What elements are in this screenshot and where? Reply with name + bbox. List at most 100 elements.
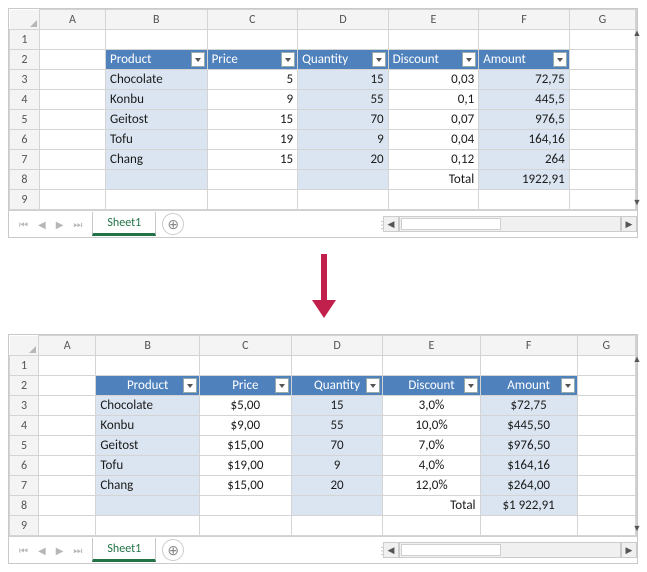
cell[interactable]: 0,12: [388, 150, 479, 170]
cell[interactable]: 9: [298, 130, 389, 150]
col-header[interactable]: G: [577, 336, 635, 356]
table-row[interactable]: 8 Total $1 922,91: [10, 496, 636, 516]
row-header[interactable]: 1: [10, 30, 40, 50]
row-header[interactable]: 7: [10, 150, 40, 170]
table-row[interactable]: 4 Konbu $9,00 55 10,0% $445,50: [10, 416, 636, 436]
vertical-scrollbar[interactable]: ▲ ▼: [636, 9, 637, 210]
cell[interactable]: 976,5: [479, 110, 570, 130]
col-header[interactable]: E: [388, 10, 479, 30]
filter-dropdown-icon[interactable]: [183, 378, 197, 393]
cell[interactable]: Tofu: [106, 130, 208, 150]
total-label[interactable]: Total: [388, 170, 479, 190]
cell[interactable]: 10,0%: [383, 416, 480, 436]
cell[interactable]: Geitost: [106, 110, 208, 130]
col-header[interactable]: E: [383, 336, 480, 356]
row-header[interactable]: 6: [10, 456, 39, 476]
table-header-quantity[interactable]: Quantity: [298, 50, 389, 70]
col-header-row[interactable]: A B C D E F G: [10, 336, 636, 356]
table-header-product[interactable]: Product: [106, 50, 208, 70]
horizontal-scrollbar[interactable]: ⋮ ◀ ▶: [377, 216, 637, 233]
table-row[interactable]: 6 Tofu 19 9 0,04 164,16: [10, 130, 636, 150]
cell[interactable]: 264: [479, 150, 570, 170]
col-header-row[interactable]: A B C D E F G: [10, 10, 636, 30]
filter-dropdown-icon[interactable]: [561, 378, 575, 393]
scroll-right-icon[interactable]: ▶: [621, 542, 637, 558]
col-header[interactable]: A: [39, 10, 105, 30]
row-header[interactable]: 5: [10, 436, 39, 456]
table-header-product[interactable]: Product: [96, 376, 200, 396]
cell[interactable]: Konbu: [96, 416, 200, 436]
cell[interactable]: 445,5: [479, 90, 570, 110]
cell[interactable]: 5: [207, 70, 298, 90]
total-label[interactable]: Total: [383, 496, 480, 516]
cell[interactable]: 15: [207, 110, 298, 130]
col-header[interactable]: F: [480, 336, 577, 356]
select-all-corner[interactable]: [10, 10, 40, 30]
cell[interactable]: 3,0%: [383, 396, 480, 416]
row-header[interactable]: 1: [10, 356, 39, 376]
cell[interactable]: 12,0%: [383, 476, 480, 496]
cell[interactable]: 9: [207, 90, 298, 110]
sheet-nav-buttons[interactable]: ⏮ ◀ ▶ ⏭: [9, 544, 92, 557]
cell[interactable]: $976,50: [480, 436, 577, 456]
table-header-price[interactable]: Price: [199, 376, 291, 396]
grid-bottom[interactable]: A B C D E F G 1 2 Product Price: [9, 335, 636, 536]
cell[interactable]: [207, 170, 298, 190]
nav-prev-icon[interactable]: ◀: [38, 218, 46, 231]
nav-last-icon[interactable]: ⏭: [73, 544, 82, 557]
row-header[interactable]: 3: [10, 70, 40, 90]
add-sheet-button[interactable]: ⊕: [162, 213, 184, 235]
cell[interactable]: 0,07: [388, 110, 479, 130]
table-header-price[interactable]: Price: [207, 50, 298, 70]
cell[interactable]: Chang: [96, 476, 200, 496]
col-header[interactable]: G: [569, 10, 635, 30]
add-sheet-button[interactable]: ⊕: [162, 539, 184, 561]
cell[interactable]: 15: [291, 396, 383, 416]
table-row[interactable]: 1: [10, 30, 636, 50]
cell[interactable]: Geitost: [96, 436, 200, 456]
cell[interactable]: [106, 170, 208, 190]
cell[interactable]: Chang: [106, 150, 208, 170]
row-header[interactable]: 4: [10, 416, 39, 436]
col-header[interactable]: B: [96, 336, 200, 356]
col-header[interactable]: F: [479, 10, 570, 30]
col-header[interactable]: D: [298, 10, 389, 30]
cell[interactable]: 55: [291, 416, 383, 436]
row-header[interactable]: 9: [10, 516, 39, 536]
grid-top[interactable]: A B C D E F G 1 2 Product Price: [9, 9, 636, 210]
cell[interactable]: Tofu: [96, 456, 200, 476]
table-header-quantity[interactable]: Quantity: [291, 376, 383, 396]
cell[interactable]: 70: [298, 110, 389, 130]
cell[interactable]: 0,04: [388, 130, 479, 150]
col-header[interactable]: B: [106, 10, 208, 30]
table-row[interactable]: 7 Chang 15 20 0,12 264: [10, 150, 636, 170]
cell[interactable]: $5,00: [199, 396, 291, 416]
nav-last-icon[interactable]: ⏭: [73, 218, 82, 231]
row-header[interactable]: 2: [10, 376, 39, 396]
cell[interactable]: 72,75: [479, 70, 570, 90]
col-header[interactable]: C: [207, 10, 298, 30]
cell[interactable]: [96, 496, 200, 516]
table-row[interactable]: 3 Chocolate 5 15 0,03 72,75: [10, 70, 636, 90]
row-header[interactable]: 8: [10, 496, 39, 516]
cell[interactable]: Chocolate: [96, 396, 200, 416]
cell[interactable]: 7,0%: [383, 436, 480, 456]
row-header[interactable]: 8: [10, 170, 40, 190]
row-header[interactable]: 2: [10, 50, 40, 70]
cell[interactable]: $264,00: [480, 476, 577, 496]
sheet-nav-buttons[interactable]: ⏮ ◀ ▶ ⏭: [9, 218, 92, 231]
scroll-left-icon[interactable]: ◀: [383, 216, 399, 232]
cell[interactable]: 0,03: [388, 70, 479, 90]
cell[interactable]: $15,00: [199, 436, 291, 456]
cell[interactable]: $15,00: [199, 476, 291, 496]
row-header[interactable]: 5: [10, 110, 40, 130]
table-row[interactable]: 7 Chang $15,00 20 12,0% $264,00: [10, 476, 636, 496]
filter-dropdown-icon[interactable]: [191, 52, 205, 67]
table-row[interactable]: 6 Tofu $19,00 9 4,0% $164,16: [10, 456, 636, 476]
cell[interactable]: 4,0%: [383, 456, 480, 476]
row-header[interactable]: 6: [10, 130, 40, 150]
nav-first-icon[interactable]: ⏮: [19, 218, 28, 231]
cell[interactable]: $72,75: [480, 396, 577, 416]
sheet-tab[interactable]: Sheet1: [92, 538, 156, 562]
table-header-discount[interactable]: Discount: [383, 376, 480, 396]
